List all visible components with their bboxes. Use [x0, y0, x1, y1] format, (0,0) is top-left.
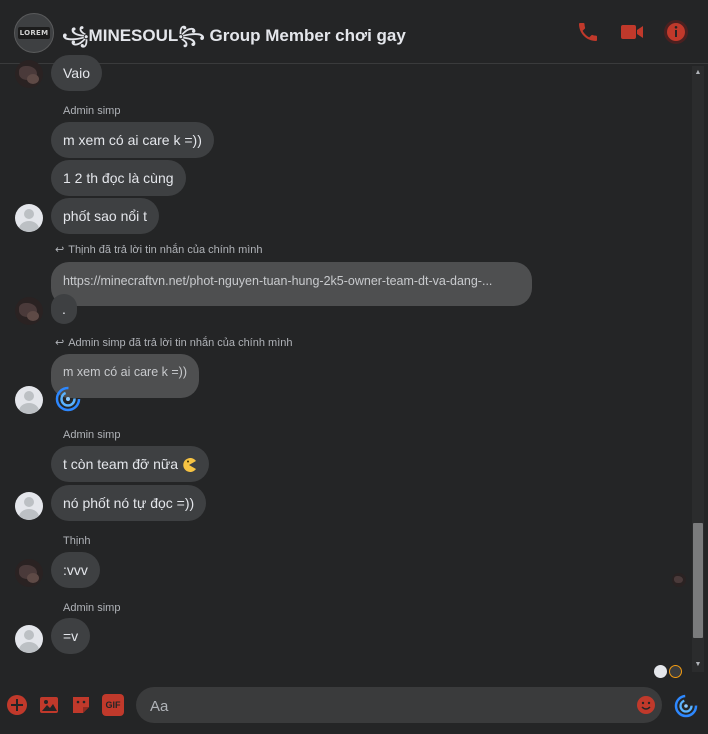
- phone-icon[interactable]: [576, 20, 600, 44]
- message-bubble[interactable]: Vaio: [51, 55, 102, 91]
- avatar[interactable]: [15, 297, 43, 325]
- group-avatar[interactable]: LOREM: [14, 13, 54, 53]
- group-logo: LOREM: [18, 27, 50, 39]
- read-receipt-avatar: [672, 573, 686, 587]
- video-camera-icon[interactable]: [620, 20, 644, 44]
- scroll-up-arrow-icon[interactable]: ▲: [693, 68, 703, 78]
- avatar[interactable]: [15, 625, 43, 653]
- message-composer[interactable]: [136, 687, 662, 725]
- read-receipt-avatar: [669, 665, 682, 678]
- reply-note: ↩ Thịnh đã trả lời tin nhắn của chính mìn…: [55, 243, 263, 256]
- messenger-swirl-icon[interactable]: [55, 386, 81, 412]
- avatar[interactable]: [15, 492, 43, 520]
- scroll-down-arrow-icon[interactable]: ▼: [693, 660, 703, 670]
- message-input[interactable]: [148, 687, 632, 725]
- chat-header: LOREM ꧁MINESOUL꧂ Group Member chơi gay: [0, 0, 708, 64]
- reply-arrow-icon: ↩: [55, 337, 65, 349]
- image-icon[interactable]: [38, 694, 60, 716]
- scrollbar-thumb[interactable]: [693, 523, 703, 638]
- message-bubble[interactable]: =v: [51, 618, 91, 654]
- sender-name: Thịnh: [63, 535, 91, 547]
- gif-icon[interactable]: GIF: [102, 694, 124, 716]
- sender-name: Admin simp: [63, 429, 121, 441]
- emoji-icon[interactable]: [636, 695, 656, 715]
- message-bubble[interactable]: 1 2 th đọc là cùng: [51, 160, 186, 196]
- message-bubble[interactable]: :vvv: [51, 552, 100, 588]
- avatar[interactable]: [15, 204, 43, 232]
- pacman-emoji-icon: [183, 458, 197, 473]
- reply-note-text: Admin simp đã trả lời tin nhắn của chính…: [68, 337, 293, 349]
- sender-name: Admin simp: [63, 105, 121, 117]
- message-text: t còn team đỡ nữa: [63, 456, 179, 472]
- avatar[interactable]: [15, 60, 43, 88]
- avatar[interactable]: [15, 559, 43, 587]
- sender-name: Admin simp: [63, 602, 121, 614]
- reply-arrow-icon: ↩: [55, 244, 65, 256]
- message-bubble[interactable]: .: [51, 294, 77, 324]
- add-circle-icon[interactable]: [6, 694, 28, 716]
- quoted-message[interactable]: https://minecraftvn.net/phot-nguyen-tuan…: [51, 262, 532, 306]
- read-receipt-avatar: [654, 665, 667, 678]
- message-bubble[interactable]: phốt sao nổi t: [51, 198, 160, 234]
- info-icon[interactable]: [664, 20, 688, 44]
- reply-note-text: Thịnh đã trả lời tin nhắn của chính mình: [68, 244, 263, 256]
- messenger-swirl-icon[interactable]: [674, 694, 698, 718]
- sticker-icon[interactable]: [70, 694, 92, 716]
- reply-note: ↩ Admin simp đã trả lời tin nhắn của chín…: [55, 336, 293, 349]
- avatar[interactable]: [15, 386, 43, 414]
- chat-title[interactable]: ꧁MINESOUL꧂ Group Member chơi gay: [62, 22, 406, 57]
- message-bubble[interactable]: nó phốt nó tự đọc =)): [51, 485, 207, 521]
- message-bubble[interactable]: m xem có ai care k =)): [51, 122, 214, 158]
- message-bubble[interactable]: t còn team đỡ nữa: [51, 446, 210, 482]
